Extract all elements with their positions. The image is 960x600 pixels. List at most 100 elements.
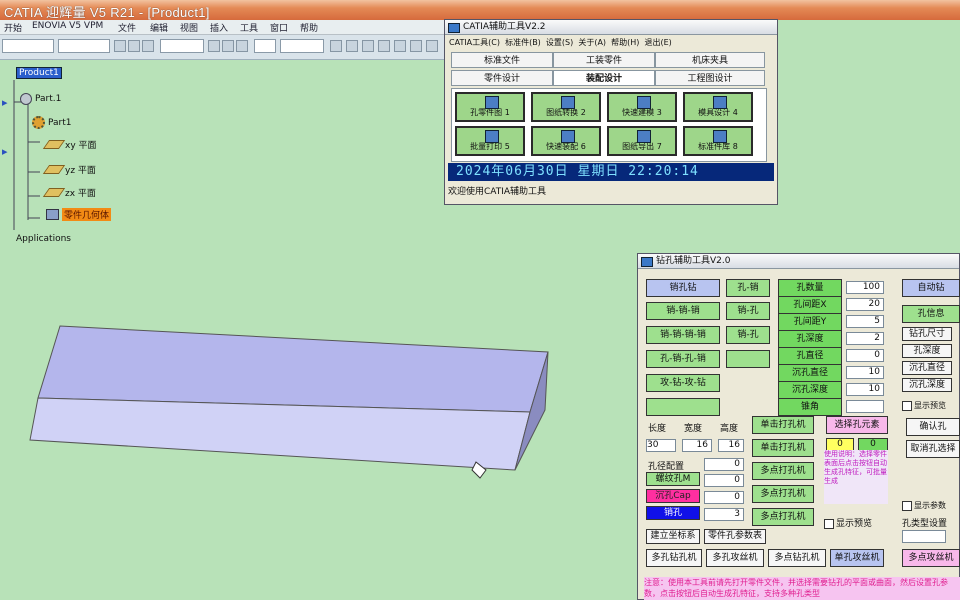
param-field-2[interactable]: 20 [846, 298, 884, 311]
drawing-export-button[interactable]: 图纸导出 7 [607, 126, 677, 156]
color-icon[interactable] [378, 40, 390, 52]
italic-icon[interactable] [128, 40, 140, 52]
tools-menu-about[interactable]: 关于(A) [578, 38, 606, 47]
tree-root-label[interactable]: Product1 [16, 67, 62, 79]
param-field-5[interactable]: 0 [846, 349, 884, 362]
menu-view[interactable]: 视图 [180, 21, 198, 34]
tree-part-number[interactable]: Part.1 [20, 93, 61, 105]
menu-window[interactable]: 窗口 [270, 21, 288, 34]
dim-length-field[interactable]: 30 [646, 439, 676, 452]
batch-print-button[interactable]: 批量打印 5 [455, 126, 525, 156]
menu-file[interactable]: 文件 [118, 21, 136, 34]
multi-drill-button-2[interactable]: 多点打孔机 [752, 485, 814, 503]
tab-part-design[interactable]: 零件设计 [451, 70, 553, 86]
bottom-button-5[interactable]: 多点攻丝机 [902, 549, 960, 567]
menu-edit[interactable]: 编辑 [150, 21, 168, 34]
multi-drill-button-3[interactable]: 多点打孔机 [752, 508, 814, 526]
preview-checkbox[interactable]: 显示预览 [824, 516, 872, 529]
tab-part-hole-table[interactable]: 零件孔参数表 [704, 529, 766, 544]
dim-width-field[interactable]: 16 [682, 439, 712, 452]
align-left-icon[interactable] [208, 40, 220, 52]
param-field-4[interactable]: 2 [846, 332, 884, 345]
toolbar-combo-4[interactable] [254, 39, 276, 53]
quick-assembly-button[interactable]: 快速装配 6 [531, 126, 601, 156]
tools-menu-catia[interactable]: CATIA工具(C) [449, 38, 500, 47]
menu-tools[interactable]: 工具 [240, 21, 258, 34]
param-field-6[interactable]: 10 [846, 366, 884, 379]
toolbar-combo-2[interactable] [58, 39, 110, 53]
tap-drill-button[interactable]: 攻-钻-攻-钻 [646, 374, 720, 392]
confirm-hole-button[interactable]: 确认孔 [906, 418, 960, 436]
tab-drawing-design[interactable]: 工程图设计 [655, 70, 765, 86]
fill-icon[interactable] [362, 40, 374, 52]
hole-row-label-4[interactable]: 销孔 [646, 506, 700, 520]
param-field-3[interactable]: 5 [846, 315, 884, 328]
std-library-button[interactable]: 标准件库 8 [683, 126, 753, 156]
multi-drill-button-1[interactable]: 多点打孔机 [752, 462, 814, 480]
hole-row-label-3[interactable]: 沉孔Cap [646, 489, 700, 503]
pin-pin-pin-button[interactable]: 销-销-销 [646, 302, 720, 320]
tree-part[interactable]: Part1 [32, 116, 72, 129]
pin-hole-button-2[interactable]: 销-孔 [726, 302, 770, 320]
hole-pin-x2-button[interactable]: 孔-销-孔-销 [646, 350, 720, 368]
single-drill-button-1[interactable]: 单击打孔机 [752, 416, 814, 434]
underline-icon[interactable] [142, 40, 154, 52]
tab-machine-fixture[interactable]: 机床夹具 [655, 52, 765, 68]
align-center-icon[interactable] [222, 40, 234, 52]
hole-row-label-2[interactable]: 螺纹孔M [646, 472, 700, 486]
param-field-7[interactable]: 10 [846, 383, 884, 396]
tools-menu-help[interactable]: 帮助(H) [611, 38, 639, 47]
pin-hole-button-3[interactable]: 销-孔 [726, 326, 770, 344]
pin-hole-button-4[interactable] [726, 350, 770, 368]
layer-icon[interactable] [394, 40, 406, 52]
bottom-button-3[interactable]: 多点钻孔机 [768, 549, 826, 567]
brush-icon[interactable] [346, 40, 358, 52]
hole-row-field-2[interactable]: 0 [704, 474, 744, 487]
pencil-icon[interactable] [330, 40, 342, 52]
bottom-button-1[interactable]: 多孔钻孔机 [646, 549, 702, 567]
bottom-button-2[interactable]: 多孔攻丝机 [706, 549, 764, 567]
dim-height-field[interactable]: 16 [718, 439, 744, 452]
param-field-8[interactable] [846, 400, 884, 413]
toolbar-combo-1[interactable] [2, 39, 54, 53]
toolbar-combo-3[interactable] [160, 39, 204, 53]
hole-row-field-4[interactable]: 3 [704, 508, 744, 521]
mold-design-button[interactable]: 模具设计 4 [683, 92, 753, 122]
drawing-convert-button[interactable]: 图纸转换 2 [531, 92, 601, 122]
tap-drill-button-2[interactable] [646, 398, 720, 416]
hole-row-field-3[interactable]: 0 [704, 491, 744, 504]
style-icon[interactable] [410, 40, 422, 52]
hole-row-field-1[interactable]: 0 [704, 458, 744, 471]
show-params-checkbox[interactable]: 显示参数 [902, 500, 946, 511]
bottom-button-4[interactable]: 单孔攻丝机 [830, 549, 884, 567]
menu-insert[interactable]: 插入 [210, 21, 228, 34]
toolbar-combo-5[interactable] [280, 39, 324, 53]
pin-hole-button[interactable]: 销孔钻 [646, 279, 720, 297]
hole-part-button[interactable]: 孔零件图 1 [455, 92, 525, 122]
tab-tooling-part[interactable]: 工装零件 [553, 52, 655, 68]
auto-drill-header[interactable]: 自动钻 [902, 279, 960, 297]
tools-menu-exit[interactable]: 退出(E) [645, 38, 672, 47]
single-drill-button-2[interactable]: 单击打孔机 [752, 439, 814, 457]
tab-assembly-design[interactable]: 装配设计 [553, 70, 655, 86]
hole-type-field[interactable] [902, 530, 946, 543]
right-preview-checkbox[interactable]: 显示预览 [902, 400, 946, 411]
select-hole-element-button[interactable]: 选择孔元素 [826, 416, 888, 434]
tree-body[interactable]: 零件几何体 [46, 208, 112, 221]
menu-enovia[interactable]: ENOVIA V5 VPM [32, 21, 103, 31]
tree-applications[interactable]: Applications [16, 234, 71, 244]
quick-model-button[interactable]: 快速建模 3 [607, 92, 677, 122]
tree-plane-yz[interactable]: yz 平面 [42, 163, 96, 176]
pin-x4-button[interactable]: 销-销-销-销 [646, 326, 720, 344]
tree-plane-zx[interactable]: zx 平面 [42, 186, 96, 199]
hole-pin-button[interactable]: 孔-销 [726, 279, 770, 297]
cancel-hole-select-button[interactable]: 取消孔选择 [906, 440, 960, 458]
tree-plane-xy[interactable]: xy 平面 [42, 138, 97, 151]
tools-menu-std[interactable]: 标准件(B) [505, 38, 541, 47]
property-icon[interactable] [426, 40, 438, 52]
align-right-icon[interactable] [236, 40, 248, 52]
menu-start[interactable]: 开始 [4, 21, 22, 34]
tab-coordinate-system[interactable]: 建立坐标系 [646, 529, 700, 544]
tab-standard-file[interactable]: 标准文件 [451, 52, 553, 68]
param-field-1[interactable]: 100 [846, 281, 884, 294]
